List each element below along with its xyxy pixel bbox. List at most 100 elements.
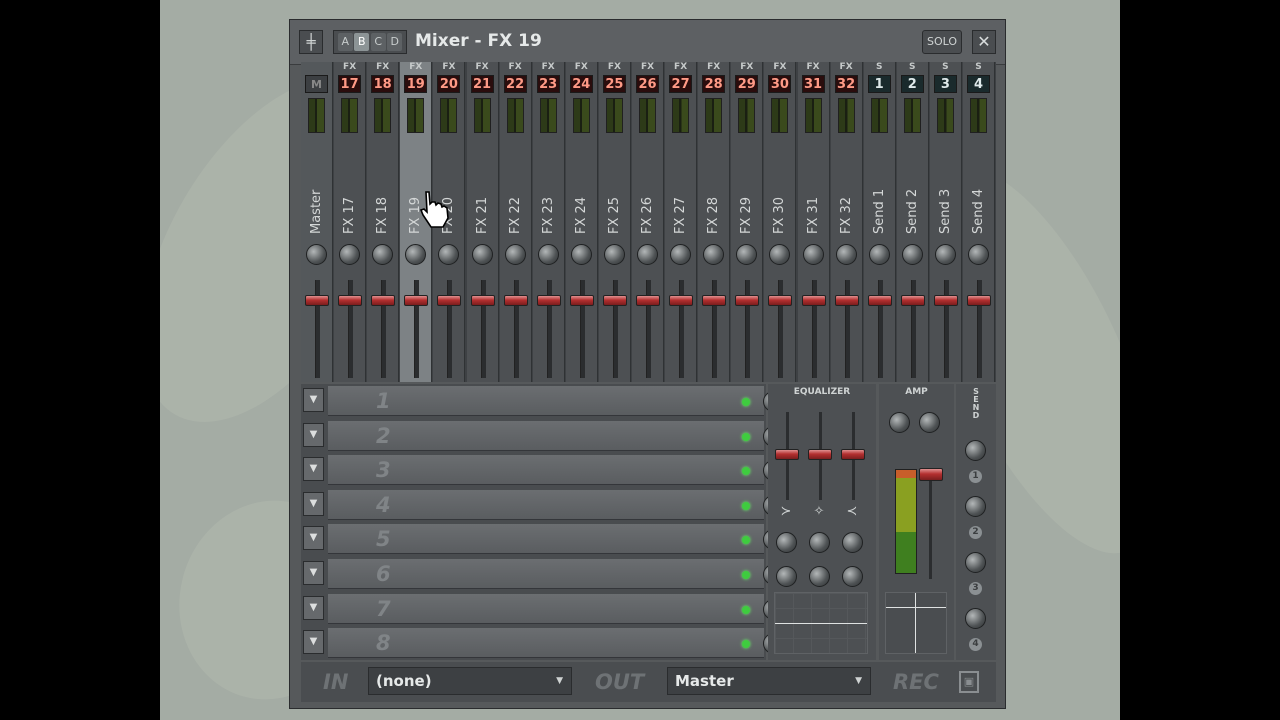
volume-fader[interactable] [536,295,561,306]
volume-fader[interactable] [669,295,694,306]
pan-knob[interactable] [868,244,890,265]
eq-mid-bw-knob[interactable] [809,566,830,587]
volume-fader[interactable] [834,295,859,306]
pan-knob[interactable] [339,244,361,265]
slot-enable-led[interactable] [742,536,750,545]
effect-slot[interactable]: ▼ 3 [301,453,784,486]
slot-enable-led[interactable] [742,640,750,649]
window-menu-button[interactable]: ╪ [299,30,323,54]
slot-bar[interactable]: 5 [328,524,784,555]
close-button[interactable]: ✕ [972,30,996,54]
amp-volume-fader[interactable] [919,468,943,481]
pan-knob[interactable] [306,244,327,265]
mixer-strip-fx-32[interactable]: FX 32 FX 32 [830,62,863,382]
mixer-strip-fx-25[interactable]: FX 25 FX 25 [598,62,631,382]
effect-slot[interactable]: ▼ 2 [301,419,784,452]
volume-fader[interactable] [569,295,594,306]
mixer-strip-send-3[interactable]: S 3 Send 3 [929,62,962,382]
pan-knob[interactable] [889,412,910,433]
mixer-strip-send-2[interactable]: S 2 Send 2 [896,62,929,382]
output-select[interactable]: Master ▼ [667,667,871,695]
pan-knob[interactable] [570,244,592,265]
pan-knob[interactable] [537,244,559,265]
pan-knob[interactable] [504,244,526,265]
slot-bar[interactable]: 7 [328,593,784,624]
slot-menu-button[interactable]: ▼ [303,457,324,482]
mixer-strip-master[interactable]: M Master [301,62,333,382]
mixer-strip-fx-28[interactable]: FX 28 FX 28 [698,62,731,382]
slot-menu-button[interactable]: ▼ [303,422,324,447]
effect-slot[interactable]: ▼ 7 [301,592,784,625]
volume-fader[interactable] [900,295,925,306]
slot-menu-button[interactable]: ▼ [303,595,324,620]
bank-c-button[interactable]: C [370,33,386,51]
volume-fader[interactable] [437,295,462,306]
slot-bar[interactable]: 1 [328,386,784,416]
title-bar[interactable]: ╪ A B C D Mixer - FX 19 SOLO ✕ [290,20,1005,65]
mixer-strip-fx-31[interactable]: FX 31 FX 31 [797,62,830,382]
effect-slot[interactable]: ▼ 8 [301,626,784,659]
pan-knob[interactable] [736,244,758,265]
slot-menu-button[interactable]: ▼ [303,526,324,551]
pan-knob[interactable] [703,244,725,265]
solo-button[interactable]: SOLO [922,30,962,54]
stereo-separation-knob[interactable] [919,412,940,433]
slot-enable-led[interactable] [742,398,750,406]
eq-low-fader[interactable] [775,449,799,460]
eq-high-bw-knob[interactable] [842,566,863,587]
eq-mid-freq-knob[interactable] [809,532,830,553]
slot-bar[interactable]: 4 [328,489,784,520]
slot-enable-led[interactable] [742,501,750,510]
slot-bar[interactable]: 8 [328,628,784,659]
slot-menu-button[interactable]: ▼ [303,630,324,655]
volume-fader[interactable] [470,295,495,306]
pan-knob[interactable] [769,244,791,265]
slot-enable-led[interactable] [742,467,750,476]
mixer-strip-send-1[interactable]: S 1 Send 1 [863,62,896,382]
slot-bar[interactable]: 3 [328,455,784,486]
effect-slot[interactable]: ▼ 6 [301,557,784,590]
bank-b-button[interactable]: B [354,33,370,51]
eq-low-freq-knob[interactable] [776,532,797,553]
mixer-strip-fx-27[interactable]: FX 27 FX 27 [665,62,698,382]
pan-knob[interactable] [934,244,956,265]
eq-mid-fader[interactable] [808,449,832,460]
effect-slot[interactable]: ▼ 5 [301,522,784,555]
volume-fader[interactable] [867,295,892,306]
slot-menu-button[interactable]: ▼ [303,561,324,585]
send-1-knob[interactable] [965,440,986,461]
slot-bar[interactable]: 6 [328,559,784,589]
pan-knob[interactable] [901,244,923,265]
volume-fader[interactable] [371,295,396,306]
volume-fader[interactable] [636,295,660,306]
effect-slot[interactable]: ▼ 4 [301,488,784,521]
pan-knob[interactable] [603,244,625,265]
volume-fader[interactable] [305,295,329,306]
mixer-strip-fx-21[interactable]: FX 21 FX 21 [466,62,499,382]
input-select[interactable]: (none) ▼ [368,667,572,695]
volume-fader[interactable] [338,295,363,306]
volume-fader[interactable] [503,295,528,306]
volume-fader[interactable] [801,295,826,306]
eq-high-freq-knob[interactable] [842,532,863,553]
mixer-strip-fx-22[interactable]: FX 22 FX 22 [499,62,532,382]
pan-knob[interactable] [405,244,427,265]
volume-fader[interactable] [933,295,958,306]
eq-high-fader[interactable] [841,449,865,460]
mixer-strip-fx-30[interactable]: FX 30 FX 30 [764,62,797,382]
pan-knob[interactable] [372,244,394,265]
mixer-strip-fx-23[interactable]: FX 23 FX 23 [532,62,565,382]
volume-fader[interactable] [702,295,727,306]
volume-fader[interactable] [602,295,627,306]
eq-low-bw-knob[interactable] [776,566,797,587]
volume-fader[interactable] [967,295,991,306]
disk-record-icon[interactable]: ▣ [959,671,979,693]
slot-enable-led[interactable] [742,605,750,614]
pan-knob[interactable] [835,244,857,265]
mixer-strip-send-4[interactable]: S 4 Send 4 [963,62,995,382]
volume-fader[interactable] [735,295,760,306]
mixer-strip-fx-24[interactable]: FX 24 FX 24 [565,62,598,382]
effect-slot[interactable]: ▼ 1 [301,384,784,417]
slot-enable-led[interactable] [742,432,750,441]
send-2-knob[interactable] [965,496,986,517]
